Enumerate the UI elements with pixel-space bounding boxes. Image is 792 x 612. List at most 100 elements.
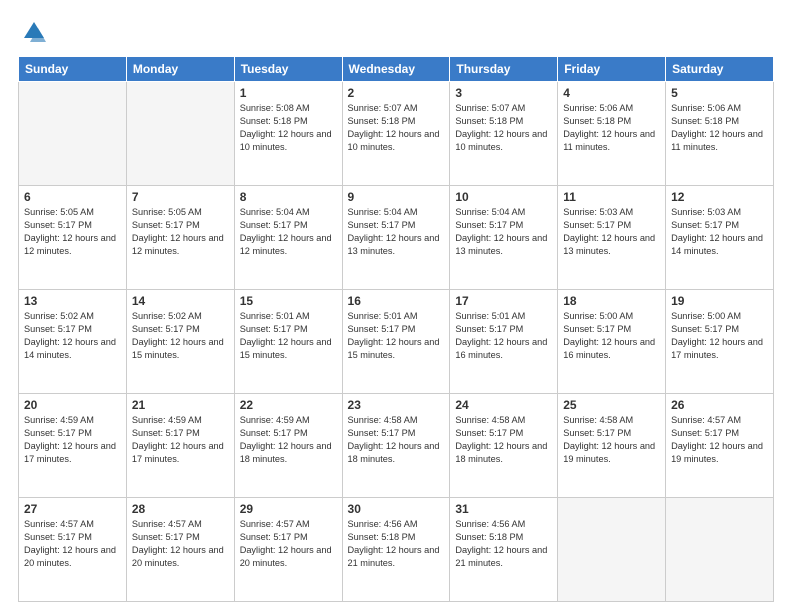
weekday-header: Saturday [666, 57, 774, 82]
day-number: 27 [24, 502, 121, 516]
day-info: Sunrise: 5:06 AM Sunset: 5:18 PM Dayligh… [563, 102, 660, 154]
calendar-cell: 26 Sunrise: 4:57 AM Sunset: 5:17 PM Dayli… [666, 394, 774, 498]
day-number: 23 [348, 398, 445, 412]
day-number: 17 [455, 294, 552, 308]
day-info: Sunrise: 4:59 AM Sunset: 5:17 PM Dayligh… [132, 414, 229, 466]
weekday-header-row: SundayMondayTuesdayWednesdayThursdayFrid… [19, 57, 774, 82]
day-info: Sunrise: 4:59 AM Sunset: 5:17 PM Dayligh… [240, 414, 337, 466]
day-number: 1 [240, 86, 337, 100]
weekday-header: Wednesday [342, 57, 450, 82]
calendar-cell: 18Sunrise: 5:00 AM Sunset: 5:17 PM Dayli… [558, 290, 666, 394]
calendar-week-row: 1 Sunrise: 5:08 AM Sunset: 5:18 PM Daylig… [19, 82, 774, 186]
day-info: Sunrise: 5:07 AM Sunset: 5:18 PM Dayligh… [348, 102, 445, 154]
day-number: 10 [455, 190, 552, 204]
weekday-header: Tuesday [234, 57, 342, 82]
calendar-cell: 5 Sunrise: 5:06 AM Sunset: 5:18 PM Daylig… [666, 82, 774, 186]
calendar-cell: 7 Sunrise: 5:05 AM Sunset: 5:17 PM Daylig… [126, 186, 234, 290]
page: SundayMondayTuesdayWednesdayThursdayFrid… [0, 0, 792, 612]
day-number: 8 [240, 190, 337, 204]
calendar-cell: 8 Sunrise: 5:04 AM Sunset: 5:17 PM Daylig… [234, 186, 342, 290]
calendar-cell: 9Sunrise: 5:04 AM Sunset: 5:17 PM Daylig… [342, 186, 450, 290]
day-info: Sunrise: 5:03 AM Sunset: 5:17 PM Dayligh… [563, 206, 660, 258]
day-info: Sunrise: 5:05 AM Sunset: 5:17 PM Dayligh… [24, 206, 121, 258]
day-info: Sunrise: 5:05 AM Sunset: 5:17 PM Dayligh… [132, 206, 229, 258]
day-info: Sunrise: 5:01 AM Sunset: 5:17 PM Dayligh… [455, 310, 552, 362]
day-info: Sunrise: 5:06 AM Sunset: 5:18 PM Dayligh… [671, 102, 768, 154]
day-number: 5 [671, 86, 768, 100]
day-info: Sunrise: 5:03 AM Sunset: 5:17 PM Dayligh… [671, 206, 768, 258]
calendar-cell: 10 Sunrise: 5:04 AM Sunset: 5:17 PM Dayli… [450, 186, 558, 290]
day-number: 20 [24, 398, 121, 412]
calendar-cell: 11 Sunrise: 5:03 AM Sunset: 5:17 PM Dayli… [558, 186, 666, 290]
day-number: 22 [240, 398, 337, 412]
day-number: 4 [563, 86, 660, 100]
day-info: Sunrise: 5:02 AM Sunset: 5:17 PM Dayligh… [132, 310, 229, 362]
day-info: Sunrise: 5:04 AM Sunset: 5:17 PM Dayligh… [348, 206, 445, 258]
calendar-week-row: 20 Sunrise: 4:59 AM Sunset: 5:17 PM Dayli… [19, 394, 774, 498]
day-number: 24 [455, 398, 552, 412]
calendar-week-row: 6Sunrise: 5:05 AM Sunset: 5:17 PM Daylig… [19, 186, 774, 290]
day-info: Sunrise: 4:57 AM Sunset: 5:17 PM Dayligh… [24, 518, 121, 570]
logo [18, 18, 50, 46]
weekday-header: Thursday [450, 57, 558, 82]
day-info: Sunrise: 5:00 AM Sunset: 5:17 PM Dayligh… [563, 310, 660, 362]
day-info: Sunrise: 4:58 AM Sunset: 5:17 PM Dayligh… [455, 414, 552, 466]
day-number: 19 [671, 294, 768, 308]
day-number: 14 [132, 294, 229, 308]
day-number: 11 [563, 190, 660, 204]
calendar-cell: 29Sunrise: 4:57 AM Sunset: 5:17 PM Dayli… [234, 498, 342, 602]
calendar-week-row: 13Sunrise: 5:02 AM Sunset: 5:17 PM Dayli… [19, 290, 774, 394]
weekday-header: Friday [558, 57, 666, 82]
calendar-cell: 30 Sunrise: 4:56 AM Sunset: 5:18 PM Dayli… [342, 498, 450, 602]
logo-icon [18, 18, 46, 46]
calendar-cell: 25 Sunrise: 4:58 AM Sunset: 5:17 PM Dayli… [558, 394, 666, 498]
calendar-cell: 20 Sunrise: 4:59 AM Sunset: 5:17 PM Dayli… [19, 394, 127, 498]
day-number: 25 [563, 398, 660, 412]
weekday-header: Sunday [19, 57, 127, 82]
calendar-cell [19, 82, 127, 186]
day-info: Sunrise: 4:57 AM Sunset: 5:17 PM Dayligh… [671, 414, 768, 466]
calendar-table: SundayMondayTuesdayWednesdayThursdayFrid… [18, 56, 774, 602]
day-info: Sunrise: 5:00 AM Sunset: 5:17 PM Dayligh… [671, 310, 768, 362]
day-info: Sunrise: 5:04 AM Sunset: 5:17 PM Dayligh… [455, 206, 552, 258]
calendar-cell: 19 Sunrise: 5:00 AM Sunset: 5:17 PM Dayli… [666, 290, 774, 394]
day-number: 21 [132, 398, 229, 412]
day-number: 12 [671, 190, 768, 204]
day-number: 26 [671, 398, 768, 412]
calendar-cell: 15Sunrise: 5:01 AM Sunset: 5:17 PM Dayli… [234, 290, 342, 394]
day-number: 3 [455, 86, 552, 100]
calendar-cell: 16Sunrise: 5:01 AM Sunset: 5:17 PM Dayli… [342, 290, 450, 394]
header [18, 18, 774, 46]
day-info: Sunrise: 4:56 AM Sunset: 5:18 PM Dayligh… [348, 518, 445, 570]
day-info: Sunrise: 5:07 AM Sunset: 5:18 PM Dayligh… [455, 102, 552, 154]
day-number: 28 [132, 502, 229, 516]
calendar-cell: 14 Sunrise: 5:02 AM Sunset: 5:17 PM Dayli… [126, 290, 234, 394]
calendar-cell: 12 Sunrise: 5:03 AM Sunset: 5:17 PM Dayli… [666, 186, 774, 290]
calendar-cell: 24 Sunrise: 4:58 AM Sunset: 5:17 PM Dayli… [450, 394, 558, 498]
calendar-cell: 4 Sunrise: 5:06 AM Sunset: 5:18 PM Daylig… [558, 82, 666, 186]
day-info: Sunrise: 4:59 AM Sunset: 5:17 PM Dayligh… [24, 414, 121, 466]
day-info: Sunrise: 4:56 AM Sunset: 5:18 PM Dayligh… [455, 518, 552, 570]
calendar-cell: 28Sunrise: 4:57 AM Sunset: 5:17 PM Dayli… [126, 498, 234, 602]
calendar-week-row: 27 Sunrise: 4:57 AM Sunset: 5:17 PM Dayli… [19, 498, 774, 602]
calendar-cell: 1 Sunrise: 5:08 AM Sunset: 5:18 PM Daylig… [234, 82, 342, 186]
calendar-cell: 23 Sunrise: 4:58 AM Sunset: 5:17 PM Dayli… [342, 394, 450, 498]
day-info: Sunrise: 5:04 AM Sunset: 5:17 PM Dayligh… [240, 206, 337, 258]
calendar-cell: 31Sunrise: 4:56 AM Sunset: 5:18 PM Dayli… [450, 498, 558, 602]
day-info: Sunrise: 4:58 AM Sunset: 5:17 PM Dayligh… [348, 414, 445, 466]
calendar-cell: 22 Sunrise: 4:59 AM Sunset: 5:17 PM Dayli… [234, 394, 342, 498]
day-info: Sunrise: 5:08 AM Sunset: 5:18 PM Dayligh… [240, 102, 337, 154]
day-info: Sunrise: 4:57 AM Sunset: 5:17 PM Dayligh… [240, 518, 337, 570]
day-number: 30 [348, 502, 445, 516]
day-info: Sunrise: 4:58 AM Sunset: 5:17 PM Dayligh… [563, 414, 660, 466]
weekday-header: Monday [126, 57, 234, 82]
day-number: 7 [132, 190, 229, 204]
calendar-cell: 21 Sunrise: 4:59 AM Sunset: 5:17 PM Dayli… [126, 394, 234, 498]
calendar-cell [126, 82, 234, 186]
calendar-cell [666, 498, 774, 602]
day-info: Sunrise: 5:02 AM Sunset: 5:17 PM Dayligh… [24, 310, 121, 362]
day-number: 16 [348, 294, 445, 308]
calendar-cell: 6Sunrise: 5:05 AM Sunset: 5:17 PM Daylig… [19, 186, 127, 290]
calendar-cell: 17 Sunrise: 5:01 AM Sunset: 5:17 PM Dayli… [450, 290, 558, 394]
day-number: 15 [240, 294, 337, 308]
